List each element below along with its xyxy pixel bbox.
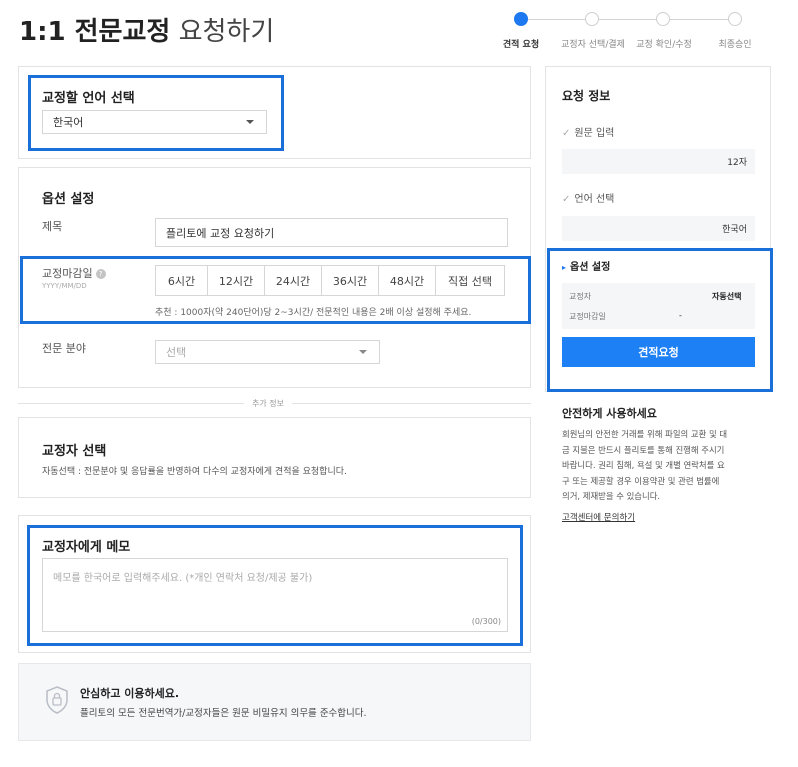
summary-language-label: ✓ 언어 선택: [562, 190, 614, 205]
field-select-placeholder: 선택: [166, 346, 187, 359]
progress-stepper: 견적 요청 교정자 선택/결제 교정 확인/수정 최종승인: [497, 12, 767, 52]
time-option-12h[interactable]: 12시간: [207, 265, 265, 296]
safe-usage-line: 금 지불은 반드시 플리토를 통해 진행해 주시기: [562, 444, 725, 455]
divider-label: 추가 정보: [244, 398, 292, 409]
proofreader-desc: 자동선택 : 전문분야 및 응답률을 반영하여 다수의 교정자에게 견적을 요청…: [42, 467, 347, 477]
memo-title: 교정자에게 메모: [42, 540, 131, 555]
memo-counter: (0/300): [471, 617, 501, 626]
step-label-3: 교정 확인/수정: [636, 40, 692, 50]
deadline-hint: 추천 : 1000자(약 240단어)당 2~3시간/ 전문적인 내용은 2배 …: [155, 308, 472, 318]
security-notice: [18, 663, 531, 741]
time-option-36h[interactable]: 36시간: [321, 265, 379, 296]
step-label-1: 견적 요청: [502, 40, 540, 50]
request-quote-button[interactable]: 견적요청: [562, 337, 755, 367]
deadline-label: 교정마감일?: [42, 265, 106, 281]
language-select-value: 한국어: [53, 116, 84, 129]
step-label-4: 최종승인: [718, 40, 752, 50]
chevron-down-icon: [246, 120, 254, 124]
summary-source-label: ✓ 원문 입력: [562, 124, 614, 139]
deadline-time-group: 6시간 12시간 24시간 36시간 48시간 직접 선택: [155, 265, 505, 296]
summary-option-box: [562, 283, 755, 329]
check-icon: ✓: [562, 194, 571, 205]
time-option-24h[interactable]: 24시간: [264, 265, 322, 296]
summary-language-text: 언어 선택: [574, 194, 615, 205]
step-dot-4: [728, 12, 742, 26]
options-title: 옵션 설정: [42, 192, 95, 207]
proofreader-title: 교정자 선택: [42, 444, 107, 459]
safe-usage-line: 바랍니다. 권리 침해, 욕설 및 개별 연락처를 요: [562, 460, 725, 470]
summary-option-text: 옵션 설정: [570, 262, 611, 273]
page-title: 1:1 전문교정 요청하기: [19, 14, 274, 50]
safe-usage-line: 회원님의 안전한 거래를 위해 파일의 교환 및 대: [562, 429, 728, 439]
shield-lock-icon: [46, 686, 68, 714]
memo-placeholder: 메모를 한국어로 입력해주세요. (*개인 연락처 요청/제공 불가): [53, 573, 313, 584]
summary-deadline-value: -: [679, 311, 682, 320]
help-icon[interactable]: ?: [95, 269, 106, 279]
memo-textarea[interactable]: 메모를 한국어로 입력해주세요. (*개인 연락처 요청/제공 불가) (0/3…: [42, 558, 508, 632]
subject-label: 제목: [42, 220, 63, 233]
summary-language-value: 한국어: [562, 216, 755, 241]
deadline-format: YYYY/MM/DD: [42, 282, 87, 290]
step-dot-1: [514, 12, 528, 26]
language-select[interactable]: 한국어: [42, 110, 267, 134]
check-icon: ✓: [562, 128, 571, 139]
page-title-strong: 1:1 전문교정: [19, 17, 171, 47]
safe-usage-line: 구 또는 제공할 경우 이용약관 및 관련 법률에: [562, 475, 720, 486]
summary-source-text: 원문 입력: [574, 128, 615, 139]
summary-proofreader-value: 자동선택: [712, 292, 742, 301]
field-label: 전문 분야: [42, 342, 86, 355]
step-dot-3: [656, 12, 670, 26]
notice-title: 안심하고 이용하세요.: [80, 687, 180, 700]
time-option-48h[interactable]: 48시간: [378, 265, 436, 296]
chevron-down-icon: [359, 350, 367, 354]
safe-usage-body: 회원님의 안전한 거래를 위해 파일의 교환 및 대 금 지불은 반드시 플리토…: [562, 427, 767, 505]
language-title: 교정할 언어 선택: [42, 91, 135, 106]
field-select[interactable]: 선택: [155, 340, 380, 364]
summary-source-value: 12자: [562, 149, 755, 174]
stepper-line: [522, 19, 735, 20]
summary-proofreader-label: 교정자: [569, 292, 592, 301]
summary-option-label: ▸ 옵션 설정: [562, 258, 610, 273]
time-option-custom[interactable]: 직접 선택: [435, 265, 505, 296]
step-dot-2: [585, 12, 599, 26]
notice-body: 플리토의 모든 전문번역가/교정자들은 원문 비밀유지 의무를 준수합니다.: [80, 708, 367, 719]
arrow-right-icon: ▸: [562, 263, 567, 272]
safe-usage-title: 안전하게 사용하세요: [562, 407, 657, 420]
summary-deadline-label: 교정마감일: [569, 312, 606, 321]
step-label-2: 교정자 선택/결제: [561, 40, 625, 50]
time-option-6h[interactable]: 6시간: [155, 265, 208, 296]
contact-support-link[interactable]: 고객센터에 문의하기: [562, 511, 635, 523]
subject-input-value: 플리토에 교정 요청하기: [166, 226, 275, 240]
deadline-label-text: 교정마감일: [42, 267, 93, 280]
page-title-light: 요청하기: [178, 17, 275, 47]
safe-usage-line: 의거, 제재받을 수 있습니다.: [562, 491, 661, 501]
subject-input[interactable]: 플리토에 교정 요청하기: [155, 218, 508, 247]
summary-title: 요청 정보: [562, 89, 611, 103]
